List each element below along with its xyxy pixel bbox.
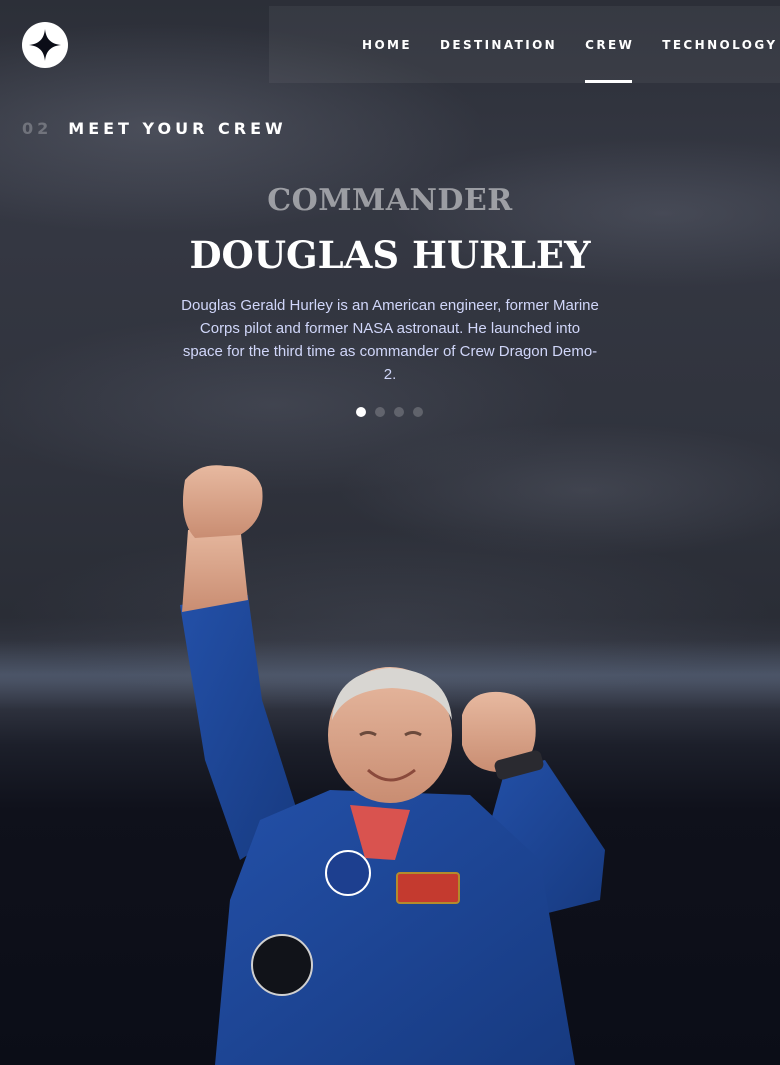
nav-crew-label: CREW <box>585 37 635 52</box>
nav-home[interactable]: HOME <box>362 6 412 83</box>
nav-crew[interactable]: CREW <box>585 6 634 83</box>
page-title: MEET YOUR CREW <box>68 119 287 138</box>
nav-technology[interactable]: TECHNOLOGY <box>662 6 777 83</box>
slider-dot-1[interactable] <box>356 407 366 417</box>
nav-destination-label: DESTINATION <box>439 37 558 52</box>
page-heading: 02 MEET YOUR CREW <box>22 119 287 138</box>
logo[interactable] <box>22 22 68 68</box>
star-logo-icon <box>29 29 61 61</box>
crew-slider-dots <box>356 407 423 417</box>
nav-home-label: HOME <box>362 37 412 52</box>
slider-dot-3[interactable] <box>394 407 404 417</box>
crew-bio: Douglas Gerald Hurley is an American eng… <box>181 297 599 383</box>
crew-member-photo <box>180 465 605 1065</box>
slider-dot-2[interactable] <box>375 407 385 417</box>
slider-dot-4[interactable] <box>413 407 423 417</box>
crew-role: COMMANDER <box>267 183 513 218</box>
nav-technology-label: TECHNOLOGY <box>662 37 778 52</box>
nav-destination[interactable]: DESTINATION <box>440 6 557 83</box>
page-number: 02 <box>22 119 53 138</box>
main-navigation: HOME DESTINATION CREW TECHNOLOGY <box>269 6 780 83</box>
crew-name: DOUGLAS HURLEY <box>189 233 591 277</box>
